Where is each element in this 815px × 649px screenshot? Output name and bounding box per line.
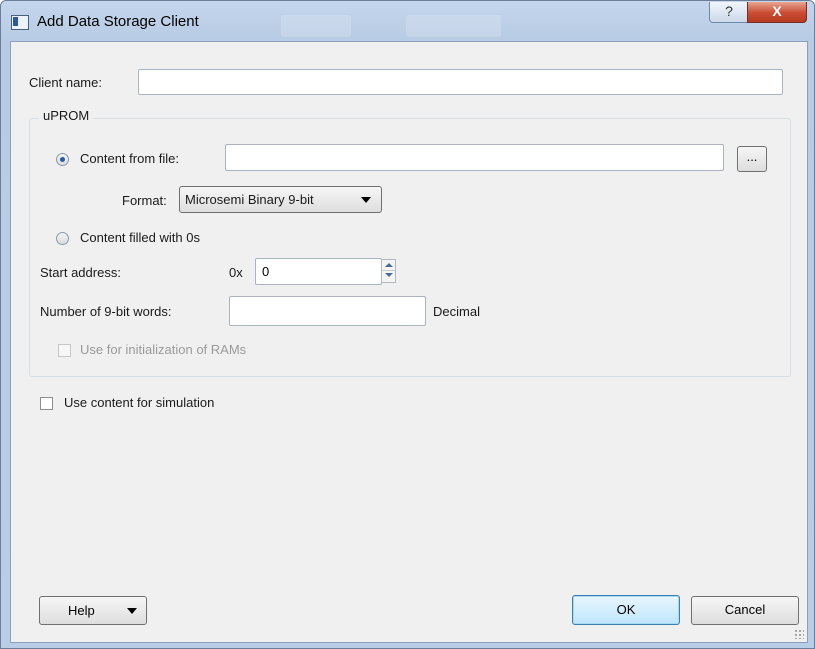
window-title: Add Data Storage Client [37, 13, 199, 30]
spinner-divider [382, 270, 395, 271]
ok-button[interactable]: OK [572, 595, 680, 625]
app-window-icon [11, 15, 29, 30]
word-count-unit: Decimal [433, 304, 480, 319]
dropdown-arrow-icon [361, 197, 371, 203]
content-filled-zeros-label[interactable]: Content filled with 0s [80, 230, 200, 245]
client-name-label: Client name: [29, 75, 102, 90]
format-dropdown[interactable]: Microsemi Binary 9-bit [179, 186, 382, 213]
init-rams-label: Use for initialization of RAMs [80, 342, 247, 357]
format-label: Format: [122, 193, 167, 208]
content-from-file-radio[interactable] [56, 153, 69, 166]
start-address-spinner[interactable] [381, 259, 396, 283]
init-rams-checkbox[interactable] [58, 344, 71, 357]
help-menu-arrow-icon [127, 608, 137, 614]
content-from-file-label[interactable]: Content from file: [80, 151, 179, 166]
simulation-checkbox[interactable] [40, 397, 53, 410]
format-selected-value: Microsemi Binary 9-bit [185, 192, 314, 207]
help-button-label: Help [68, 603, 95, 618]
resize-grip-icon[interactable] [794, 629, 804, 639]
start-address-label: Start address: [40, 265, 121, 280]
uprom-group-title: uPROM [39, 108, 94, 123]
client-name-input[interactable] [138, 69, 783, 95]
simulation-label[interactable]: Use content for simulation [64, 395, 214, 410]
cancel-button[interactable]: Cancel [691, 596, 799, 625]
dialog-window: Add Data Storage Client ? X Client name:… [0, 0, 815, 649]
hex-prefix-label: 0x [229, 265, 243, 280]
content-filled-zeros-radio[interactable] [56, 232, 69, 245]
word-count-input[interactable] [229, 296, 426, 326]
background-tab-ghost [281, 15, 351, 37]
help-question-button[interactable]: ? [709, 2, 749, 23]
start-address-input[interactable] [255, 258, 382, 285]
browse-file-button[interactable]: ... [737, 146, 767, 172]
background-tab-ghost [406, 15, 501, 37]
dialog-content: Client name: uPROM Content from file: ..… [10, 41, 808, 643]
spin-up-icon[interactable] [385, 263, 393, 267]
title-bar[interactable]: Add Data Storage Client ? X [1, 1, 814, 41]
word-count-label: Number of 9-bit words: [40, 304, 172, 319]
content-file-path-input[interactable] [225, 144, 724, 171]
close-button[interactable]: X [747, 2, 807, 23]
spin-down-icon[interactable] [385, 273, 393, 277]
help-dropdown-button[interactable]: Help [39, 596, 147, 625]
